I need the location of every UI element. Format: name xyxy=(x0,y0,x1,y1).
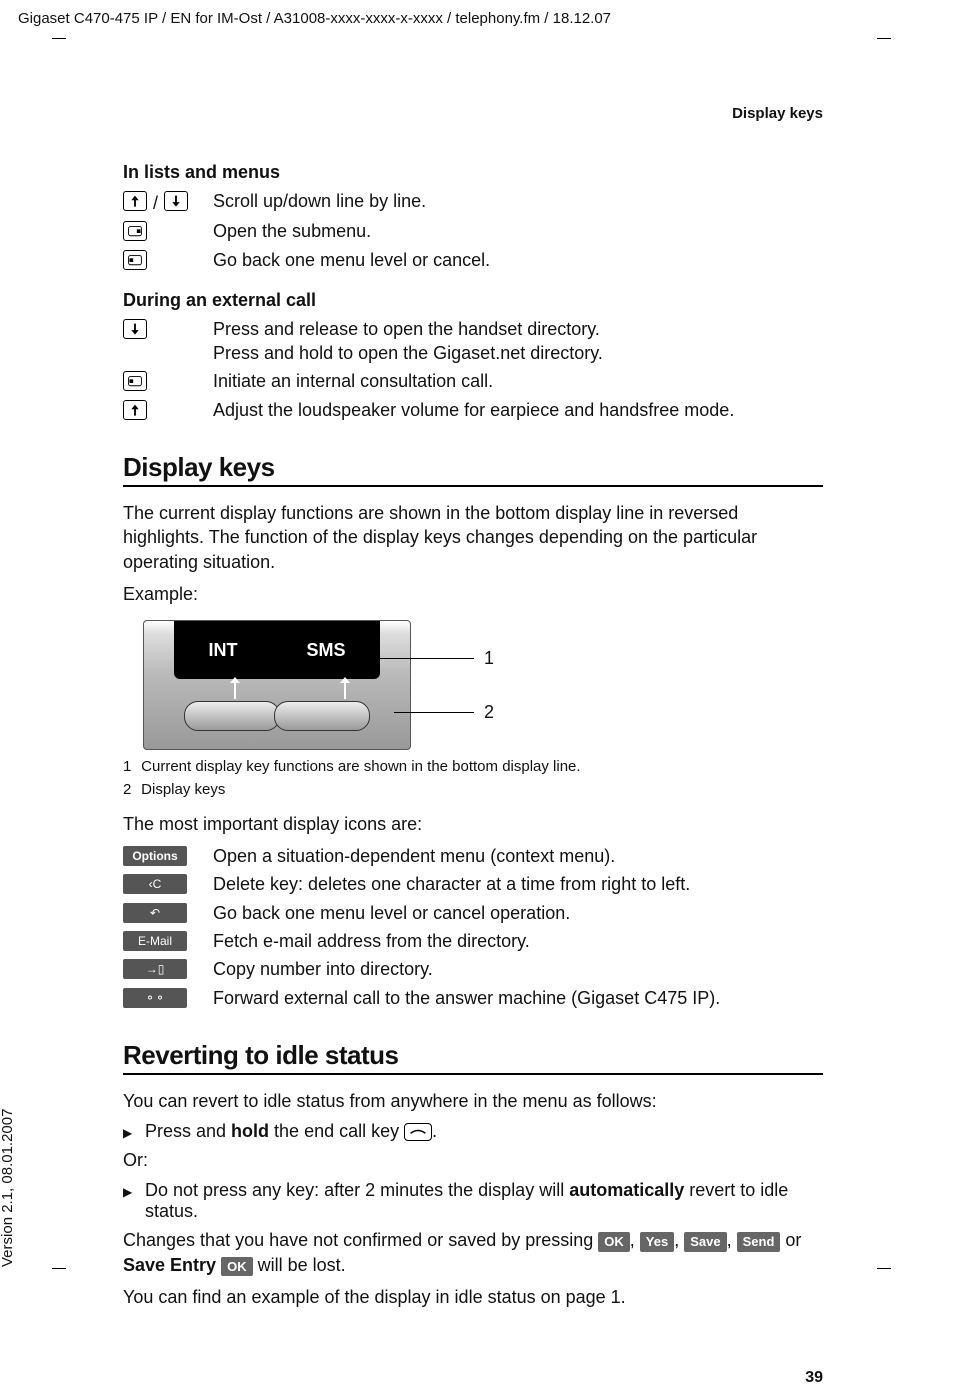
idle-bullet-2: Do not press any key: after 2 minutes th… xyxy=(123,1180,823,1222)
row-text: Delete key: deletes one character at a t… xyxy=(213,872,823,896)
crop-mark xyxy=(52,38,66,39)
nav-left-icon xyxy=(123,371,147,391)
row-text: Copy number into directory. xyxy=(213,957,823,981)
nav-down-icon xyxy=(123,319,147,339)
row-text: Open the submenu. xyxy=(213,219,823,243)
answering-machine-icon: ⚬⚬ xyxy=(123,988,187,1008)
row-text: Press and release to open the handset di… xyxy=(213,317,823,366)
nav-down-icon xyxy=(164,191,188,211)
figure-caption-1: 1 Current display key functions are show… xyxy=(123,758,823,777)
display-key-left xyxy=(184,701,280,731)
row-directory: Press and release to open the handset di… xyxy=(123,317,823,366)
icon-row-copy: →▯ Copy number into directory. xyxy=(123,957,823,981)
idle-not-saved: Changes that you have not confirmed or s… xyxy=(123,1228,823,1277)
nav-left-icon xyxy=(123,250,147,270)
heading-idle: Reverting to idle status xyxy=(123,1040,823,1071)
row-text: Go back one menu level or cancel. xyxy=(213,248,823,272)
crop-mark xyxy=(877,1268,891,1269)
display-key-right xyxy=(274,701,370,731)
yes-key-icon: Yes xyxy=(640,1232,674,1252)
nav-up-icon xyxy=(123,191,147,211)
row-text: Go back one menu level or cancel operati… xyxy=(213,901,823,925)
heading-display-keys: Display keys xyxy=(123,452,823,483)
options-icon: Options xyxy=(123,846,187,866)
crop-mark xyxy=(877,38,891,39)
idle-intro: You can revert to idle status from anywh… xyxy=(123,1089,823,1113)
example-label: Example: xyxy=(123,582,823,606)
row-scroll: / Scroll up/down line by line. xyxy=(123,189,823,215)
ok-key-icon: OK xyxy=(598,1232,630,1252)
idle-closing: You can find an example of the display i… xyxy=(123,1285,823,1309)
figure-callouts: 1 2 xyxy=(429,620,549,750)
ok-key-icon: OK xyxy=(221,1257,253,1277)
icon-row-email: E-Mail Fetch e-mail address from the dir… xyxy=(123,929,823,953)
email-icon: E-Mail xyxy=(123,931,187,951)
page-header-path: Gigaset C470-475 IP / EN for IM-Ost / A3… xyxy=(18,10,611,27)
idle-bullet-1: Press and hold the end call key . xyxy=(123,1121,823,1142)
row-text: Forward external call to the answer mach… xyxy=(213,986,823,1010)
screen-label-int: INT xyxy=(208,640,237,661)
save-key-icon: Save xyxy=(684,1232,726,1252)
callout-1: 1 xyxy=(484,648,494,669)
row-consult: Initiate an internal consultation call. xyxy=(123,369,823,393)
icon-row-options: Options Open a situation-dependent menu … xyxy=(123,844,823,868)
screen-label-sms: SMS xyxy=(306,640,345,661)
running-head: Display keys xyxy=(123,105,823,122)
send-key-icon: Send xyxy=(737,1232,781,1252)
version-sidebar: Version 2.1, 08.01.2007 xyxy=(0,1109,16,1267)
nav-right-icon xyxy=(123,221,147,241)
page-number: 39 xyxy=(805,1369,823,1387)
figure-caption-2: 2 Display keys xyxy=(123,781,823,800)
phone-illustration: INT SMS xyxy=(143,620,411,750)
row-text: Initiate an internal consultation call. xyxy=(213,369,823,393)
icon-row-delete: ‹C Delete key: deletes one character at … xyxy=(123,872,823,896)
heading-lists-menus: In lists and menus xyxy=(123,162,823,183)
row-open-submenu: Open the submenu. xyxy=(123,219,823,243)
row-back: Go back one menu level or cancel. xyxy=(123,248,823,272)
row-text: Adjust the loudspeaker volume for earpie… xyxy=(213,398,823,422)
idle-or: Or: xyxy=(123,1148,823,1172)
back-arrow-icon: ↶ xyxy=(123,903,187,923)
list-bullet-icon xyxy=(123,1180,145,1222)
section-rule xyxy=(123,1073,823,1075)
row-volume: Adjust the loudspeaker volume for earpie… xyxy=(123,398,823,422)
section-rule xyxy=(123,485,823,487)
callout-2: 2 xyxy=(484,702,494,723)
icon-row-tape: ⚬⚬ Forward external call to the answer m… xyxy=(123,986,823,1010)
row-text: Open a situation-dependent menu (context… xyxy=(213,844,823,868)
display-keys-intro: The current display functions are shown … xyxy=(123,501,823,574)
slash: / xyxy=(151,191,160,215)
nav-up-icon xyxy=(123,400,147,420)
crop-mark xyxy=(52,1268,66,1269)
end-call-key-icon xyxy=(404,1123,432,1141)
figure-display-keys: INT SMS 1 2 xyxy=(143,620,823,750)
row-text: Fetch e-mail address from the directory. xyxy=(213,929,823,953)
delete-c-icon: ‹C xyxy=(123,874,187,894)
copy-to-directory-icon: →▯ xyxy=(123,959,187,979)
row-text: Scroll up/down line by line. xyxy=(213,189,823,215)
icons-intro: The most important display icons are: xyxy=(123,812,823,836)
heading-external-call: During an external call xyxy=(123,290,823,311)
icon-row-back: ↶ Go back one menu level or cancel opera… xyxy=(123,901,823,925)
list-bullet-icon xyxy=(123,1121,145,1142)
